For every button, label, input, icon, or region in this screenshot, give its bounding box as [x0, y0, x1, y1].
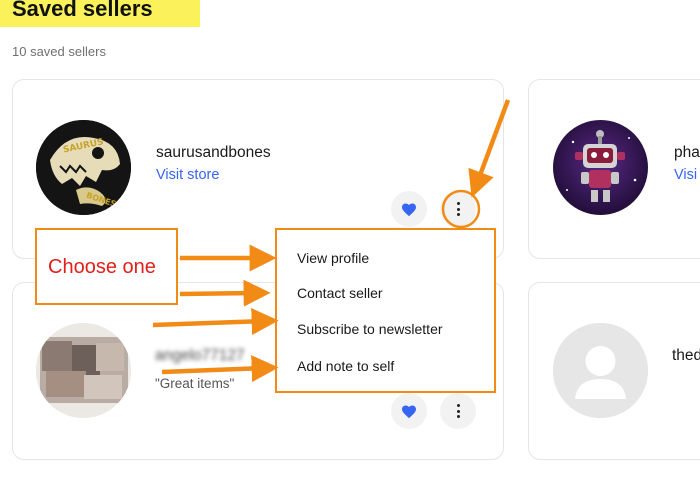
seller-name-blurred[interactable]: angelo77127 — [155, 347, 245, 365]
menu-item-add-note[interactable]: Add note to self — [297, 358, 394, 374]
seller-name[interactable]: saurusandbones — [156, 144, 271, 162]
default-avatar-icon — [553, 323, 648, 418]
callout-text: Choose one — [48, 256, 156, 278]
more-options-icon — [456, 202, 460, 216]
menu-item-view-profile[interactable]: View profile — [297, 250, 369, 266]
seller-avatar[interactable] — [36, 323, 131, 418]
more-options-button[interactable] — [440, 191, 476, 227]
favorite-button[interactable] — [391, 393, 427, 429]
visit-store-link[interactable]: Visit store — [156, 167, 219, 183]
seller-avatar[interactable]: SAURUS BONES — [36, 120, 131, 215]
seller-avatar[interactable] — [553, 120, 648, 215]
menu-item-subscribe-newsletter[interactable]: Subscribe to newsletter — [297, 321, 443, 337]
seller-name[interactable]: thed — [672, 347, 700, 365]
more-options-icon — [456, 404, 460, 418]
dino-skull-logo: SAURUS BONES — [36, 120, 131, 215]
blurred-avatar-image — [36, 323, 131, 418]
favorite-button[interactable] — [391, 191, 427, 227]
heart-icon — [402, 203, 416, 216]
menu-item-contact-seller[interactable]: Contact seller — [297, 285, 383, 301]
page-title: Saved sellers — [12, 0, 153, 21]
robot-logo — [553, 120, 648, 215]
seller-avatar[interactable] — [553, 323, 648, 418]
annotation-callout: Choose one — [35, 228, 178, 305]
visit-store-link[interactable]: Visi — [674, 167, 697, 183]
heart-icon — [402, 405, 416, 418]
saved-count: 10 saved sellers — [12, 44, 106, 59]
more-options-button[interactable] — [440, 393, 476, 429]
seller-name[interactable]: pha — [674, 144, 700, 162]
seller-note: "Great items" — [155, 376, 235, 391]
seller-options-menu: View profile Contact seller Subscribe to… — [275, 228, 496, 393]
